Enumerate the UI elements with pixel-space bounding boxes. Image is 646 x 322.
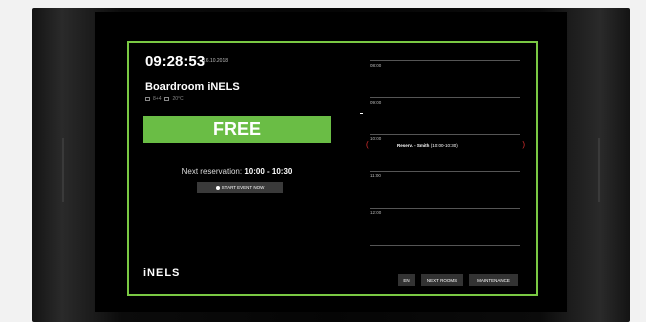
status-badge: FREE	[143, 116, 331, 143]
timeline-line	[370, 60, 520, 61]
amenity-temperature: 20°C	[172, 96, 184, 102]
screen-icon	[145, 97, 150, 101]
reservation-time: (10:00-10:30)	[430, 143, 458, 148]
next-rooms-button[interactable]: NEXT ROOMS	[421, 274, 463, 286]
inels-logo: iNELS	[143, 267, 181, 279]
next-reservation: Next reservation: 10:00 - 10:30	[143, 167, 331, 176]
bezel-slit-right	[598, 138, 600, 202]
reservation-text: Reserv. - Smith (10:00-10:30)	[397, 143, 458, 148]
room-name: Boardroom iNELS	[145, 81, 240, 93]
language-button[interactable]: EN	[398, 274, 415, 286]
timeline-line	[370, 171, 520, 172]
temperature-icon	[164, 97, 170, 101]
slot-time-1100: 11:00	[370, 173, 381, 178]
next-reservation-label: Next reservation:	[181, 167, 243, 176]
reservation-bracket-right: )	[522, 140, 525, 149]
start-event-button[interactable]: START EVENT NOW	[197, 182, 283, 193]
reservation-title: Reserv. - Smith	[397, 143, 430, 148]
timeline-line	[370, 97, 520, 98]
timeline-line	[370, 134, 520, 135]
room-panel: 09:28:53 16.10.2018 Boardroom iNELS 8+4 …	[127, 41, 538, 296]
room-amenities: 8+4 20°C	[145, 96, 184, 102]
next-reservation-time: 10:00 - 10:30	[244, 167, 293, 176]
slot-time-0900: 09:00	[370, 100, 382, 105]
date: 16.10.2018	[203, 58, 229, 64]
timeline-line	[370, 208, 520, 209]
timeline-line	[370, 245, 520, 246]
slot-time-0800: 08:00	[370, 63, 382, 68]
reservation-block[interactable]: ( Reserv. - Smith (10:00-10:30) )	[366, 140, 525, 152]
amenity-capacity: 8+4	[153, 96, 162, 102]
maintenance-button[interactable]: MAINTENANCE	[469, 274, 518, 286]
slot-time-1200: 12:00	[370, 210, 382, 215]
reservation-bracket-left: (	[366, 140, 369, 149]
clock: 09:28:53	[145, 53, 206, 70]
start-icon	[215, 185, 220, 190]
bezel-slit-left	[62, 138, 64, 202]
start-event-label: START EVENT NOW	[221, 185, 265, 190]
current-time-marker	[360, 113, 363, 114]
